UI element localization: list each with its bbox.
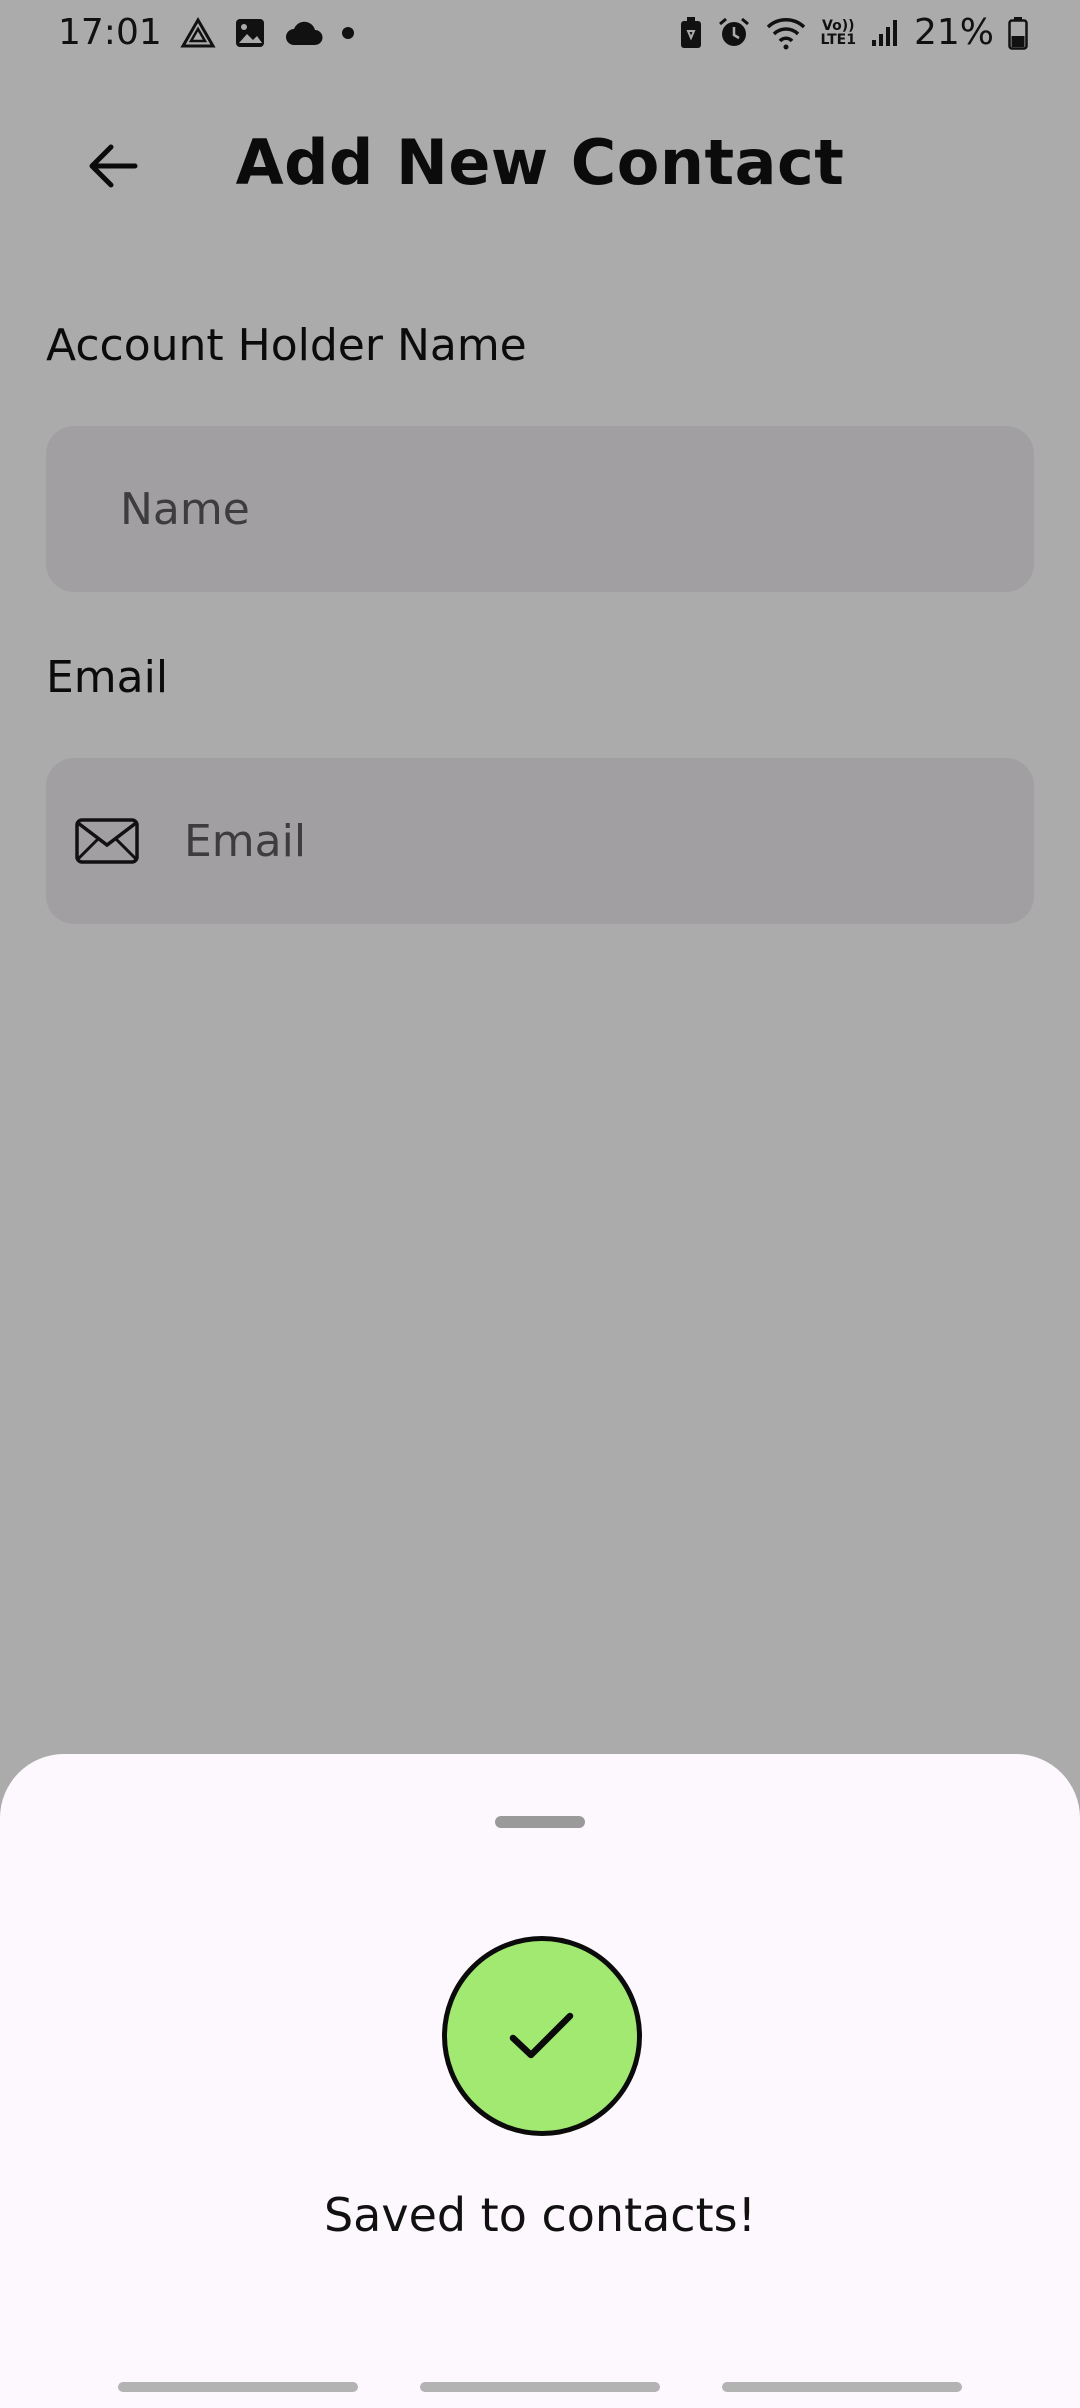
indicator-bar <box>420 2382 660 2392</box>
add-contact-screen: 17:01 Vo)) LTE1 21% Add New Contact Acco… <box>0 0 1080 2408</box>
confirmation-bottom-sheet: Saved to contacts! <box>0 1754 1080 2408</box>
sheet-message: Saved to contacts! <box>323 2188 757 2242</box>
indicator-bar <box>118 2382 358 2392</box>
success-badge <box>442 1936 642 2136</box>
bottom-indicator-bars <box>0 2382 1080 2394</box>
indicator-bar <box>722 2382 962 2392</box>
drag-handle[interactable] <box>495 1816 585 1828</box>
check-icon <box>507 2008 577 2064</box>
